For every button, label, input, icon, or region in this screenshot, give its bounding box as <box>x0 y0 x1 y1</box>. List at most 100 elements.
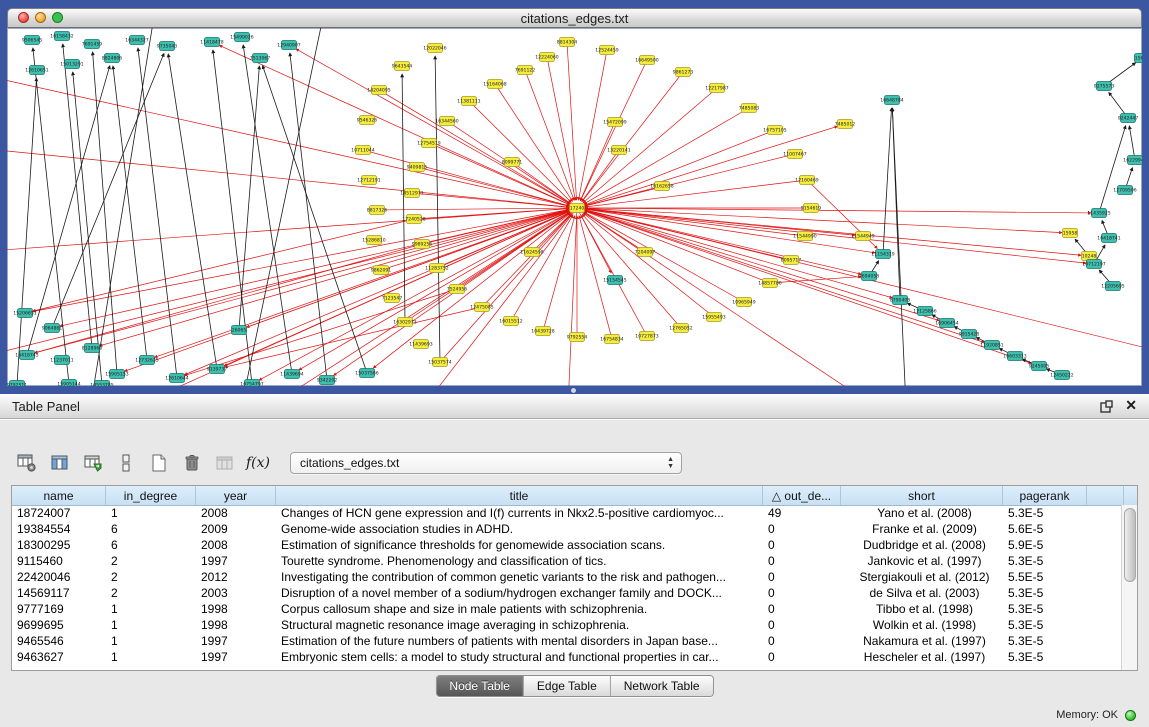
graph-node[interactable]: 9342202 <box>317 376 338 385</box>
graph-node[interactable]: 8824806 <box>102 54 123 63</box>
graph-node[interactable]: 7691459 <box>82 40 103 49</box>
graph-node[interactable]: 15955493 <box>702 313 725 322</box>
table-row[interactable]: 911546021997Tourette syndrome. Phenomeno… <box>12 553 1122 569</box>
tab-node-table[interactable]: Node Table <box>436 676 524 696</box>
network-graph[interactable]: 1724088143041252445916649500986127312217… <box>7 28 1142 386</box>
graph-node[interactable]: 11154319 <box>871 250 894 259</box>
graph-node[interactable]: 12754519 <box>417 139 440 148</box>
graph-node[interactable]: 26065 <box>232 326 247 335</box>
table-cell[interactable]: Investigating the contribution of common… <box>276 570 763 584</box>
graph-edge[interactable] <box>35 208 577 353</box>
table-cell[interactable]: de Silva et al. (2003) <box>841 586 1003 600</box>
table-row[interactable]: 946362711997Embryonic stem cells: a mode… <box>12 649 1122 665</box>
delete-table-button-disabled[interactable] <box>210 449 240 477</box>
table-cell[interactable]: 5.3E-5 <box>1003 506 1087 520</box>
table-cell[interactable]: 2003 <box>196 586 276 600</box>
graph-node[interactable]: 16906454 <box>935 319 958 328</box>
graph-node[interactable]: 7513067 <box>250 54 271 63</box>
table-cell[interactable]: 9463627 <box>12 650 106 664</box>
graph-node[interactable]: 7694058 <box>859 272 880 281</box>
table-cell[interactable]: 0 <box>763 586 841 600</box>
table-cell[interactable]: 9115460 <box>12 554 106 568</box>
graph-edge[interactable] <box>168 54 217 369</box>
graph-node[interactable]: 9643544 <box>392 62 413 71</box>
graph-node[interactable]: 15472099 <box>603 118 626 127</box>
graph-edge[interactable] <box>263 66 367 373</box>
graph-node[interactable]: 11920851 <box>980 341 1003 350</box>
graph-node[interactable]: 8790408 <box>890 296 911 305</box>
graph-node[interactable]: 11544990 <box>793 232 816 241</box>
column-header-out-de-[interactable]: △ out_de... <box>763 486 841 505</box>
graph-node[interactable]: 16158432 <box>50 32 73 41</box>
table-cell[interactable]: 9699695 <box>12 618 106 632</box>
graph-node[interactable]: 11439693 <box>409 340 432 349</box>
table-cell[interactable]: 5.3E-5 <box>1003 650 1087 664</box>
tab-edge-table[interactable]: Edge Table <box>524 676 611 696</box>
table-cell[interactable]: 0 <box>763 522 841 536</box>
table-cell[interactable]: 1997 <box>196 634 276 648</box>
function-builder-button[interactable]: f(x) <box>243 449 273 477</box>
graph-edge[interactable] <box>543 216 575 331</box>
split-pane-divider-grip[interactable] <box>571 388 576 393</box>
graph-node[interactable]: 16162658 <box>650 182 673 191</box>
graph-edge[interactable] <box>577 208 861 274</box>
table-cell[interactable]: Genome-wide association studies in ADHD. <box>276 522 763 536</box>
graph-node[interactable]: 15206651 <box>13 309 36 318</box>
tab-network-table[interactable]: Network Table <box>611 676 713 696</box>
graph-node[interactable]: 16648784 <box>880 96 903 105</box>
graph-node[interactable]: 12022046 <box>423 44 446 53</box>
graph-node[interactable]: 9245005 <box>1029 362 1050 371</box>
graph-node[interactable]: 10439728 <box>531 327 554 336</box>
graph-edge[interactable] <box>567 208 577 386</box>
table-cell[interactable]: 5.9E-5 <box>1003 538 1087 552</box>
graph-node[interactable]: 9242447 <box>1118 114 1139 123</box>
table-cell[interactable]: Franke et al. (2009) <box>841 522 1003 536</box>
graph-node[interactable]: 17240528 <box>402 215 425 224</box>
graph-node[interactable]: 9915428 <box>959 330 980 339</box>
table-row[interactable]: 2242004622012Investigating the contribut… <box>12 569 1122 585</box>
graph-node[interactable]: 8128960 <box>82 344 103 353</box>
graph-node[interactable]: 12125866 <box>913 307 936 316</box>
graph-node[interactable]: 9275573 <box>1094 82 1115 91</box>
graph-edge[interactable] <box>547 57 575 200</box>
table-row[interactable]: 1830029562008Estimation of significance … <box>12 537 1122 553</box>
graph-edge[interactable] <box>17 78 36 385</box>
graph-node[interactable]: 16344560 <box>435 117 458 126</box>
graph-node[interactable]: 10965949 <box>732 298 755 307</box>
delete-button[interactable] <box>177 449 207 477</box>
table-cell[interactable]: 19384554 <box>12 522 106 536</box>
graph-edge[interactable] <box>138 48 177 378</box>
show-columns-button[interactable] <box>45 449 75 477</box>
graph-edge[interactable] <box>585 209 805 236</box>
graph-edge[interactable] <box>584 130 775 205</box>
table-cell[interactable]: 2012 <box>196 570 276 584</box>
table-cell[interactable]: 5.3E-5 <box>1003 602 1087 616</box>
table-cell[interactable]: 49 <box>763 506 841 520</box>
graph-node[interactable]: 12205695 <box>1101 282 1124 291</box>
graph-node[interactable]: 12712191 <box>357 176 380 185</box>
graph-node[interactable]: 12709506 <box>1113 186 1136 195</box>
graph-node[interactable]: 11418478 <box>200 38 223 47</box>
table-cell[interactable]: Embryonic stem cells: a model to study s… <box>276 650 763 664</box>
graph-node[interactable]: 11007467 <box>783 150 806 159</box>
graph-node[interactable]: 12940907 <box>277 41 300 50</box>
table-cell[interactable]: 0 <box>763 650 841 664</box>
graph-edge[interactable] <box>883 108 892 254</box>
graph-node[interactable]: 7485083 <box>739 104 760 113</box>
graph-node[interactable]: 15499026 <box>230 33 253 42</box>
graph-node[interactable]: 16229943 <box>1123 156 1142 165</box>
table-row[interactable]: 1872400712008Changes of HCN gene express… <box>12 505 1122 521</box>
graph-node[interactable]: 16015512 <box>499 317 522 326</box>
graph-node[interactable]: 10711044 <box>351 146 374 155</box>
column-header-short[interactable]: short <box>841 486 1003 505</box>
graph-node[interactable]: 8817326 <box>367 206 388 215</box>
table-cell[interactable]: 5.3E-5 <box>1003 634 1087 648</box>
table-row[interactable]: 1938455462009Genome-wide association stu… <box>12 521 1122 537</box>
close-panel-icon[interactable]: ✕ <box>1125 397 1137 414</box>
table-cell[interactable]: Tibbo et al. (1998) <box>841 602 1003 616</box>
graph-node[interactable]: 15154545 <box>603 276 626 285</box>
graph-node[interactable]: 9862091 <box>371 266 392 275</box>
graph-node[interactable]: 9792554 <box>567 333 588 342</box>
graph-edge[interactable] <box>259 208 577 380</box>
table-cell[interactable]: 5.3E-5 <box>1003 618 1087 632</box>
